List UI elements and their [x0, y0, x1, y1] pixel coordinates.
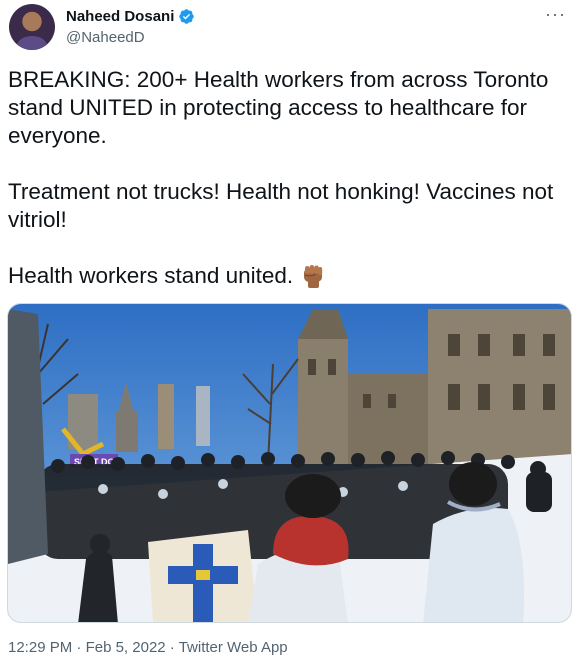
protest-photo-illustration: SHUT DO [8, 304, 571, 622]
more-options-icon[interactable]: ··· [545, 4, 566, 25]
tweet-metadata: 12:29 PM · Feb 5, 2022 · Twitter Web App [8, 639, 288, 656]
tweet-photo[interactable]: SHUT DO [7, 303, 572, 623]
tweet-body: BREAKING: 200+ Health workers from acros… [8, 67, 554, 288]
author-name[interactable]: Naheed Dosani [66, 8, 174, 25]
tweet-date[interactable]: Feb 5, 2022 [86, 639, 166, 656]
avatar[interactable] [9, 4, 55, 50]
raised-fist-icon [304, 265, 323, 289]
meta-separator-2: · [165, 639, 179, 656]
tweet-card: Naheed Dosani @NaheedD ··· BREAKING: 200… [0, 0, 580, 660]
verified-badge-icon [179, 9, 195, 24]
author-name-row: Naheed Dosani [66, 8, 195, 25]
tweet-source[interactable]: Twitter Web App [179, 639, 288, 656]
author-handle[interactable]: @NaheedD [66, 29, 145, 46]
tweet-time[interactable]: 12:29 PM [8, 639, 72, 656]
meta-separator-1: · [72, 639, 86, 656]
tweet-text: BREAKING: 200+ Health workers from acros… [8, 66, 568, 290]
